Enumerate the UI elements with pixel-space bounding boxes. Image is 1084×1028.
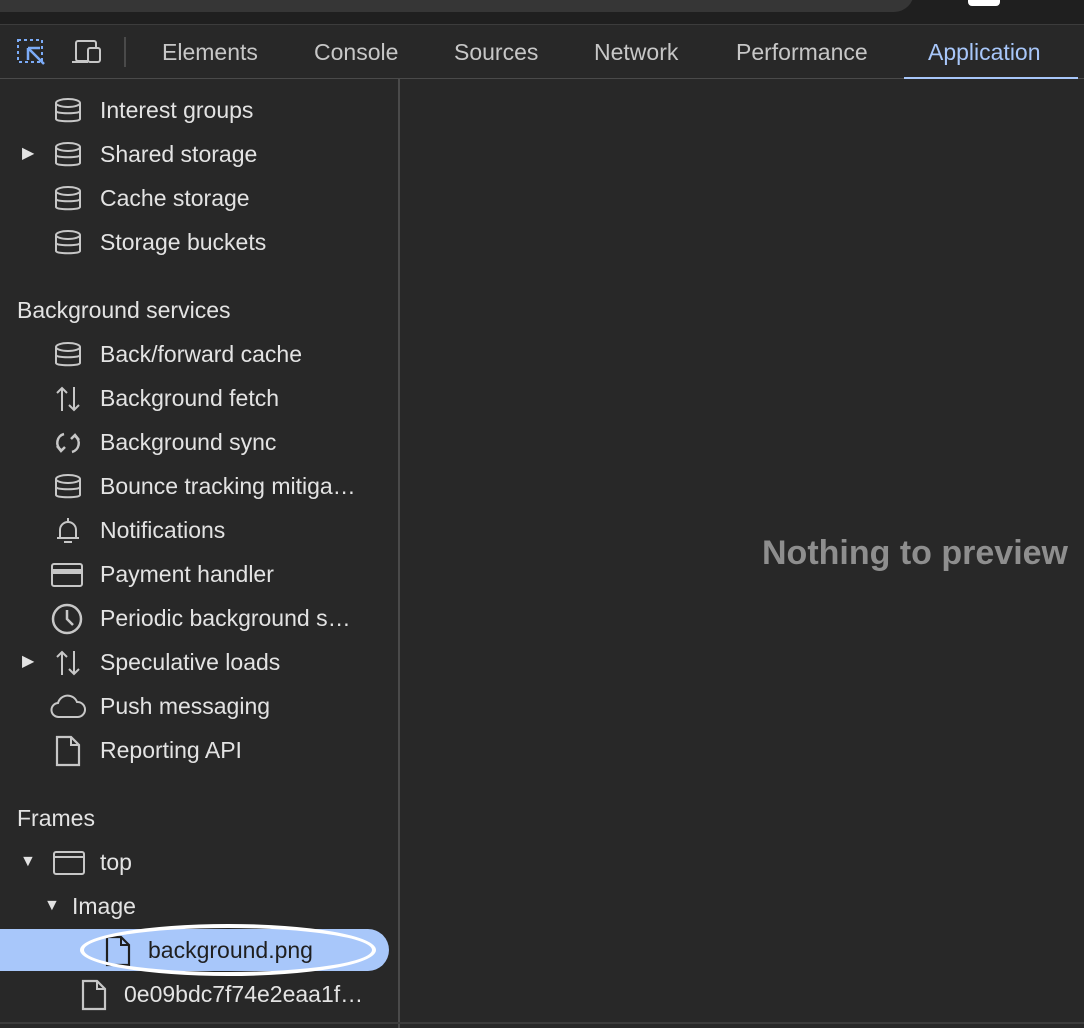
sidebar-item-reporting-api[interactable]: Reporting API	[0, 728, 398, 772]
sidebar-item-label: Notifications	[100, 517, 226, 543]
document-icon	[54, 735, 82, 767]
sidebar-item-back-forward-cache[interactable]: Back/forward cache	[0, 332, 398, 376]
sidebar-item-label: Speculative loads	[100, 649, 281, 675]
extension-icon[interactable]	[968, 0, 1000, 6]
sidebar-item-label: top	[100, 849, 132, 875]
preview-pane: Nothing to preview	[400, 79, 1084, 1028]
cloud-icon	[50, 693, 86, 721]
sync-icon	[54, 429, 82, 457]
tab-network[interactable]: Network	[570, 25, 702, 79]
document-icon	[80, 979, 108, 1011]
annotation-circle	[80, 924, 376, 976]
tab-sources[interactable]: Sources	[430, 25, 562, 79]
sidebar-item-background-png[interactable]: background.png	[0, 924, 398, 976]
sidebar-item-label: Background fetch	[100, 385, 280, 411]
devtools-toolbar: Elements Console Sources Network Perform…	[0, 24, 1084, 80]
inspect-element-icon[interactable]	[16, 38, 48, 66]
sidebar-item-label: Image	[72, 893, 136, 919]
sidebar-item-label: Background sync	[100, 429, 277, 455]
sidebar-item-interest-groups[interactable]: Interest groups	[0, 88, 398, 132]
sidebar-item-label: Interest groups	[100, 97, 254, 123]
database-icon	[54, 229, 82, 257]
database-icon	[54, 473, 82, 501]
database-icon	[54, 185, 82, 213]
address-bar-edge	[0, 0, 914, 12]
sidebar-item-label: Storage buckets	[100, 229, 267, 255]
database-icon	[54, 141, 82, 169]
application-sidebar: Interest groups ▶ Shared storage Cache s…	[0, 79, 398, 1028]
collapse-arrow-icon[interactable]: ▼	[20, 840, 36, 884]
collapse-arrow-icon[interactable]: ▼	[44, 884, 60, 928]
up-down-arrows-icon	[54, 385, 82, 413]
up-down-arrows-icon	[54, 649, 82, 677]
sidebar-item-background-sync[interactable]: Background sync	[0, 420, 398, 464]
tab-performance[interactable]: Performance	[712, 25, 892, 79]
sidebar-item-label: Shared storage	[100, 141, 258, 167]
sidebar-item-label: Reporting API	[100, 737, 242, 763]
clock-icon	[50, 603, 84, 635]
sidebar-item-label: Payment handler	[100, 561, 274, 587]
sidebar-item-image-file[interactable]: 0e09bdc7f74e2eaa1f…	[0, 972, 398, 1016]
sidebar-item-bounce-tracking[interactable]: Bounce tracking mitiga…	[0, 464, 398, 508]
sidebar-item-label: Push messaging	[100, 693, 271, 719]
toolbar-separator	[124, 37, 126, 67]
sidebar-item-label: 0e09bdc7f74e2eaa1f…	[124, 981, 364, 1007]
browser-top-strip	[0, 0, 1084, 24]
device-toolbar-icon[interactable]	[72, 38, 104, 66]
expand-arrow-icon[interactable]: ▶	[22, 132, 34, 176]
sidebar-item-speculative-loads[interactable]: ▶ Speculative loads	[0, 640, 398, 684]
frame-window-icon	[52, 849, 86, 877]
credit-card-icon	[50, 561, 84, 589]
empty-preview-message: Nothing to preview	[762, 534, 1068, 572]
sidebar-item-shared-storage[interactable]: ▶ Shared storage	[0, 132, 398, 176]
database-icon	[54, 341, 82, 369]
sidebar-item-push-messaging[interactable]: Push messaging	[0, 684, 398, 728]
tab-elements[interactable]: Elements	[138, 25, 282, 79]
sidebar-item-label: Cache storage	[100, 185, 250, 211]
bell-icon	[54, 517, 82, 545]
sidebar-item-notifications[interactable]: Notifications	[0, 508, 398, 552]
bottom-border	[0, 1022, 1084, 1024]
sidebar-item-background-fetch[interactable]: Background fetch	[0, 376, 398, 420]
expand-arrow-icon[interactable]: ▶	[22, 640, 34, 684]
tab-application[interactable]: Application	[904, 25, 1078, 80]
section-header-background-services: Background services	[17, 297, 231, 323]
sidebar-item-cache-storage[interactable]: Cache storage	[0, 176, 398, 220]
sidebar-item-label: Bounce tracking mitiga…	[100, 473, 356, 499]
sidebar-item-periodic-background-sync[interactable]: Periodic background s…	[0, 596, 398, 640]
sidebar-item-label: Periodic background s…	[100, 605, 351, 631]
sidebar-item-storage-buckets[interactable]: Storage buckets	[0, 220, 398, 264]
tab-console[interactable]: Console	[290, 25, 422, 79]
sidebar-item-image-folder[interactable]: ▼ Image	[0, 884, 398, 928]
sidebar-item-frame-top[interactable]: ▼ top	[0, 840, 398, 884]
sidebar-item-label: Back/forward cache	[100, 341, 302, 367]
section-header-frames: Frames	[17, 805, 95, 831]
database-icon	[54, 97, 82, 125]
sidebar-item-payment-handler[interactable]: Payment handler	[0, 552, 398, 596]
